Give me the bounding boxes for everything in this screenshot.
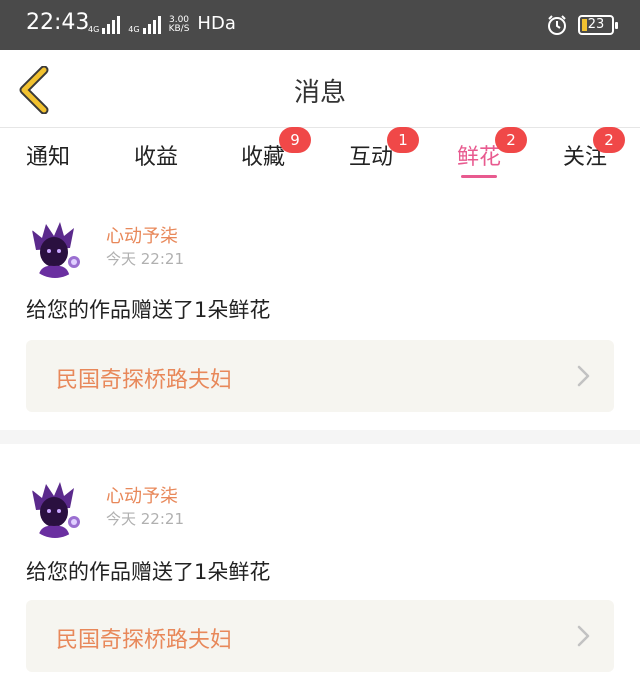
tab-interactions[interactable]: 互动 1 bbox=[349, 127, 420, 171]
status-bar: 22:43 4G 4G 3.00 KB/S HDa 23 bbox=[0, 0, 640, 50]
notification-message: 给您的作品赠送了1朵鲜花 bbox=[26, 298, 271, 322]
active-tab-indicator bbox=[461, 175, 498, 178]
tab-earnings[interactable]: 收益 bbox=[134, 139, 178, 171]
tab-label: 收藏 bbox=[241, 145, 286, 170]
notification-message: 给您的作品赠送了1朵鲜花 bbox=[26, 560, 271, 584]
tab-label: 通知 bbox=[26, 145, 71, 170]
battery-icon: 23 bbox=[578, 15, 618, 35]
page-title: 消息 bbox=[293, 78, 346, 108]
network-indicators: 4G 4G 3.00 KB/S HDa bbox=[88, 14, 236, 34]
section-divider bbox=[0, 430, 640, 444]
status-right: 23 bbox=[546, 14, 618, 36]
status-time: 22:43 bbox=[26, 10, 90, 35]
alarm-icon bbox=[548, 15, 566, 35]
username[interactable]: 心动予柒 bbox=[106, 222, 178, 248]
chevron-right-icon bbox=[577, 625, 590, 647]
unread-badge: 2 bbox=[593, 127, 626, 153]
work-link[interactable]: 民国奇探桥路夫妇 bbox=[26, 340, 614, 412]
avatar[interactable] bbox=[26, 480, 84, 538]
unread-badge: 1 bbox=[387, 127, 420, 153]
tab-label: 鲜花 bbox=[457, 145, 502, 170]
chevron-right-icon bbox=[577, 365, 590, 387]
work-title: 民国奇探桥路夫妇 bbox=[56, 628, 233, 653]
tab-flowers[interactable]: 鲜花 2 bbox=[457, 127, 528, 178]
app-header: 消息 bbox=[0, 50, 640, 128]
network-type: 4G bbox=[88, 25, 100, 34]
timestamp: 今天 22:21 bbox=[106, 510, 184, 528]
tab-bar: 通知 收益 收藏 9 互动 1 鲜花 2 关注 2 bbox=[0, 127, 640, 181]
unread-badge: 2 bbox=[495, 127, 528, 153]
hd-indicator: HDa bbox=[197, 13, 236, 34]
username[interactable]: 心动予柒 bbox=[106, 482, 178, 508]
tab-follows[interactable]: 关注 2 bbox=[563, 127, 626, 171]
timestamp: 今天 22:21 bbox=[106, 250, 184, 268]
notification-card: 心动予柒 今天 22:21 给您的作品赠送了1朵鲜花 民国奇探桥路夫妇 bbox=[0, 444, 640, 687]
tab-label: 互动 bbox=[349, 145, 394, 170]
tab-favorites[interactable]: 收藏 9 bbox=[241, 127, 312, 171]
work-title: 民国奇探桥路夫妇 bbox=[56, 368, 233, 393]
battery-level: 23 bbox=[587, 17, 605, 32]
network-speed: 3.00 KB/S bbox=[168, 15, 190, 34]
signal-icon: 4G bbox=[88, 16, 121, 34]
notification-card: 心动予柒 今天 22:21 给您的作品赠送了1朵鲜花 民国奇探桥路夫妇 bbox=[0, 190, 640, 430]
network-type: 4G bbox=[128, 25, 140, 34]
tab-label: 收益 bbox=[134, 145, 179, 170]
signal-icon: 4G bbox=[128, 16, 161, 34]
unread-badge: 9 bbox=[279, 127, 312, 153]
work-link[interactable]: 民国奇探桥路夫妇 bbox=[26, 600, 614, 672]
avatar[interactable] bbox=[26, 220, 84, 278]
tab-notifications[interactable]: 通知 bbox=[26, 139, 70, 171]
